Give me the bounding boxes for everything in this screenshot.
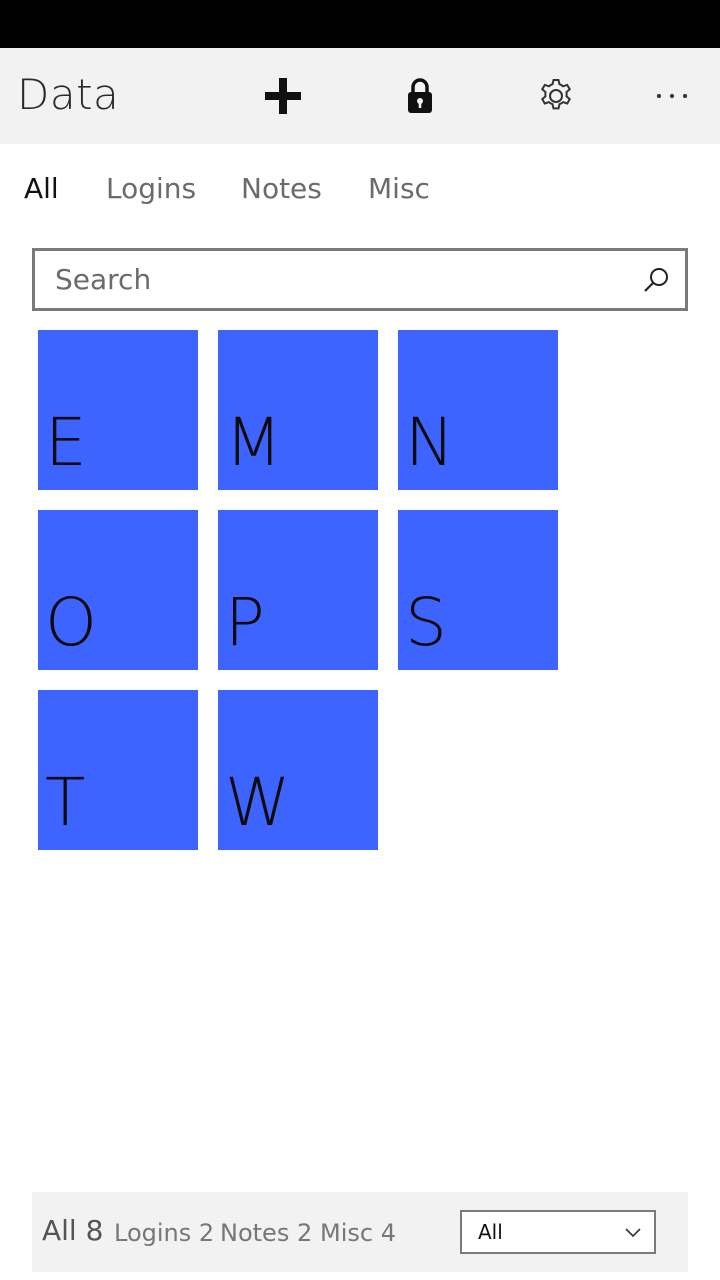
tile-letter: M xyxy=(225,404,282,481)
tile-letter: T xyxy=(45,764,86,841)
gear-icon xyxy=(541,79,571,110)
tile-letter: W xyxy=(225,764,291,841)
category-tabs: All Logins Notes Misc xyxy=(0,172,720,216)
search-icon xyxy=(644,268,668,292)
add-button[interactable] xyxy=(259,72,307,120)
tile-letter: E xyxy=(45,404,87,481)
status-bar xyxy=(0,0,720,48)
count-logins: Logins 2 xyxy=(114,1219,215,1247)
search-input[interactable] xyxy=(55,259,625,299)
tile-w[interactable]: W xyxy=(218,690,378,850)
tile-p[interactable]: P xyxy=(218,510,378,670)
tile-letter: S xyxy=(405,584,447,661)
tab-notes[interactable]: Notes xyxy=(241,172,322,206)
tile-t[interactable]: T xyxy=(38,690,198,850)
tile-s[interactable]: S xyxy=(398,510,558,670)
count-all: All 8 xyxy=(42,1214,104,1247)
tile-m[interactable]: M xyxy=(218,330,378,490)
settings-button[interactable] xyxy=(532,72,580,120)
tab-misc[interactable]: Misc xyxy=(368,172,430,206)
filter-dropdown[interactable]: All xyxy=(460,1210,656,1254)
filter-dropdown-value: All xyxy=(478,1220,503,1244)
search-box xyxy=(32,248,688,311)
tile-e[interactable]: E xyxy=(38,330,198,490)
search-button[interactable] xyxy=(639,263,673,297)
tile-letter: P xyxy=(225,584,265,661)
tile-letter: O xyxy=(45,584,97,661)
tab-logins[interactable]: Logins xyxy=(106,172,196,206)
plus-icon xyxy=(265,78,301,114)
chevron-down-icon xyxy=(624,1224,642,1242)
tile-letter: N xyxy=(405,404,455,481)
lock-icon xyxy=(408,78,432,113)
tab-all[interactable]: All xyxy=(24,172,59,206)
more-icon xyxy=(657,94,687,98)
app-bar: Data xyxy=(0,48,720,144)
lock-button[interactable] xyxy=(396,72,444,120)
count-misc: Misc 4 xyxy=(320,1219,396,1247)
count-notes: Notes 2 xyxy=(220,1219,313,1247)
more-button[interactable] xyxy=(648,72,696,120)
page-title: Data xyxy=(17,70,120,119)
tile-n[interactable]: N xyxy=(398,330,558,490)
tile-o[interactable]: O xyxy=(38,510,198,670)
footer-bar: All 8 Logins 2 Notes 2 Misc 4 All xyxy=(32,1192,688,1272)
